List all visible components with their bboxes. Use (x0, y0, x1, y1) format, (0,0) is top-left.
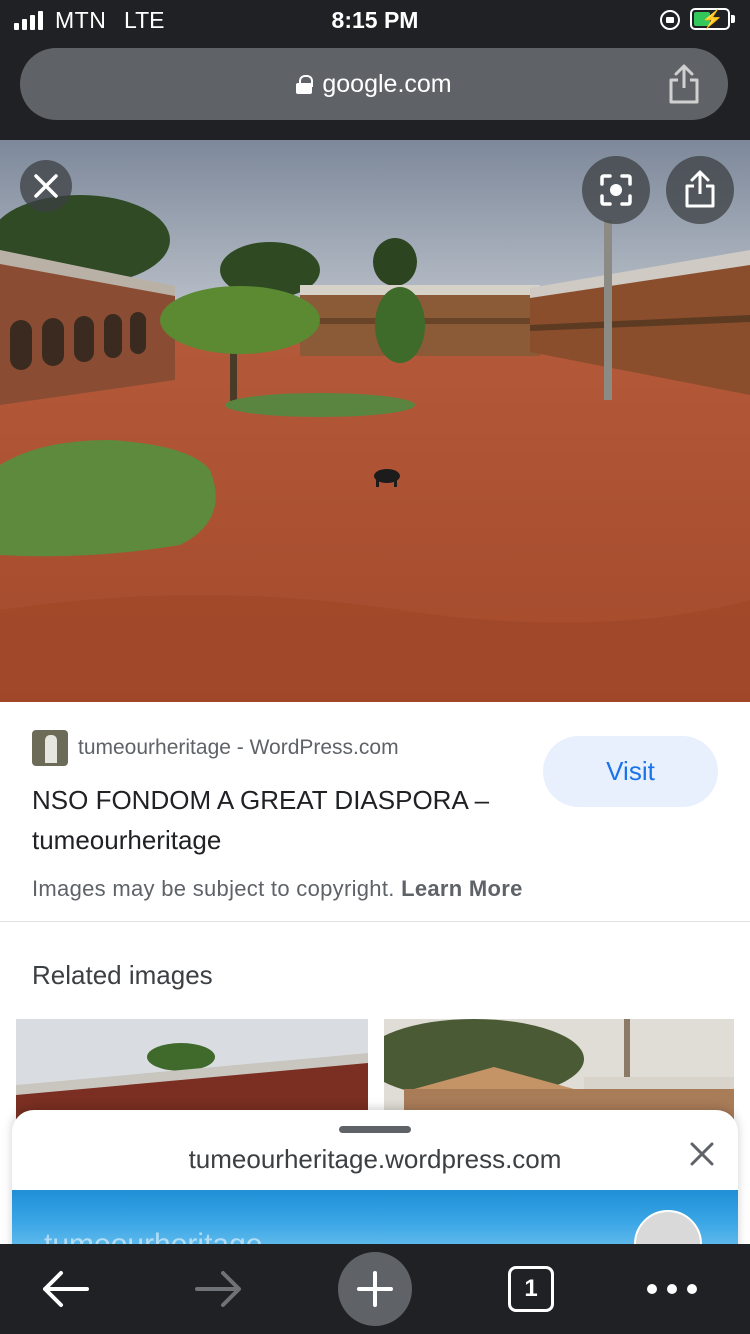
close-image-button[interactable] (20, 160, 72, 212)
new-tab-button[interactable] (338, 1244, 412, 1334)
more-icon (647, 1284, 697, 1294)
status-bar: MTN LTE 8:15 PM ⚡ (0, 0, 750, 42)
sheet-site-url: tumeourheritage.wordpress.com (188, 1144, 562, 1174)
forward-button[interactable] (176, 1244, 262, 1334)
copyright-text: Images may be subject to copyright. (32, 876, 395, 901)
battery-tip (731, 15, 735, 23)
lens-search-button[interactable] (582, 156, 650, 224)
close-icon (34, 174, 58, 198)
back-arrow-icon (43, 1271, 89, 1307)
forward-arrow-icon (195, 1271, 241, 1307)
status-time: 8:15 PM (331, 7, 419, 33)
divider (0, 921, 750, 922)
browser-top-bar: MTN LTE 8:15 PM ⚡ google.com (0, 0, 750, 140)
url-domain: google.com (322, 69, 452, 98)
lens-icon (600, 174, 632, 206)
result-image[interactable] (0, 140, 750, 702)
tabs-icon: 1 (508, 1266, 554, 1312)
close-sheet-button[interactable] (688, 1140, 716, 1168)
battery-charging-icon: ⚡ (690, 8, 730, 30)
result-source[interactable]: tumeourheritage - WordPress.com (78, 736, 399, 760)
browser-toolbar: 1 (0, 1244, 750, 1334)
share-icon[interactable] (664, 62, 704, 106)
share-image-button[interactable] (666, 156, 734, 224)
lock-rotation-icon (660, 10, 680, 30)
plus-icon (357, 1271, 393, 1307)
padlock-icon (296, 75, 314, 94)
site-favicon (32, 730, 68, 766)
learn-more-link[interactable]: Learn More (401, 876, 523, 901)
back-button[interactable] (22, 1244, 108, 1334)
copyright-notice: Images may be subject to copyright. Lear… (32, 876, 523, 902)
address-bar[interactable]: google.com (20, 48, 728, 120)
close-icon (690, 1142, 714, 1166)
related-images-heading: Related images (32, 960, 213, 990)
tab-switcher-button[interactable]: 1 (500, 1244, 562, 1334)
sheet-drag-handle[interactable] (339, 1126, 411, 1133)
share-icon (685, 170, 715, 208)
result-title[interactable]: NSO FONDOM A GREAT DIASPORA – tumeourher… (32, 780, 552, 860)
visit-button[interactable]: Visit (543, 736, 718, 807)
more-menu-button[interactable] (630, 1244, 714, 1334)
